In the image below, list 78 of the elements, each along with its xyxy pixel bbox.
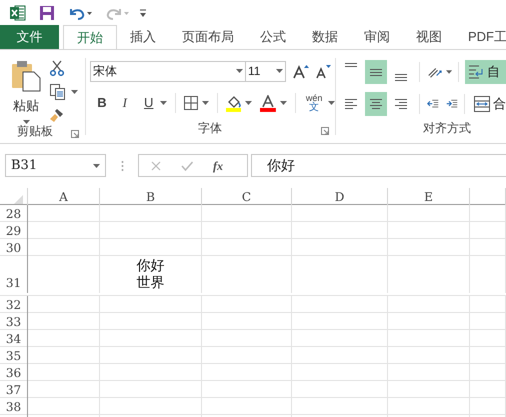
wrap-text-button[interactable]: 自 — [465, 60, 506, 84]
wrap-lines-icon — [468, 64, 484, 80]
column-header[interactable]: E — [388, 188, 470, 206]
underline-button[interactable]: U — [142, 93, 156, 113]
borders-icon[interactable] — [184, 96, 198, 110]
spreadsheet-app-icon — [10, 4, 26, 20]
ribbon-tab[interactable]: 审阅 — [351, 25, 403, 49]
grip-icon — [121, 160, 124, 172]
ribbon-tab[interactable]: PDF工 — [455, 25, 506, 49]
ribbon-tab[interactable]: 插入 — [117, 25, 169, 49]
caret-icon[interactable] — [280, 101, 288, 105]
lines-icon — [370, 68, 382, 76]
phonetic-guide-button[interactable]: wén 文 — [304, 94, 324, 112]
column-header[interactable]: A — [28, 188, 100, 206]
column-header[interactable]: C — [202, 188, 292, 206]
italic-button[interactable]: I — [116, 93, 133, 113]
row-header[interactable]: 30 — [0, 239, 28, 258]
caret-icon[interactable] — [236, 69, 243, 73]
row-header[interactable]: 29 — [0, 222, 28, 241]
caret-icon — [22, 120, 30, 124]
ribbon-tab[interactable]: 开始 — [63, 25, 117, 49]
caret-icon[interactable] — [328, 101, 335, 105]
group-label: 剪贴板 — [17, 123, 53, 140]
save-icon[interactable] — [39, 4, 55, 20]
grow-font-icon[interactable] — [293, 64, 309, 78]
column-header[interactable]: B — [100, 188, 202, 206]
column-header[interactable]: D — [292, 188, 388, 206]
caret-icon[interactable] — [160, 101, 167, 105]
clipboard-icon — [11, 60, 41, 92]
paste-button[interactable]: 粘贴 — [2, 60, 50, 124]
row-header[interactable]: 35 — [0, 347, 28, 366]
dialog-launcher-icon[interactable] — [321, 127, 329, 135]
check-icon[interactable] — [181, 160, 193, 170]
row-header[interactable]: 31 — [0, 256, 28, 292]
file-tab[interactable]: 文件 — [0, 25, 59, 49]
row-header[interactable]: 38 — [0, 398, 28, 417]
ribbon-tab[interactable]: 页面布局 — [169, 25, 247, 49]
center-align-button[interactable] — [365, 92, 387, 116]
caret-icon[interactable] — [93, 164, 100, 168]
row-header[interactable]: 36 — [0, 364, 28, 383]
lines-icon — [345, 63, 357, 67]
caret-icon[interactable] — [71, 90, 78, 94]
caret-icon[interactable] — [202, 101, 208, 105]
row-header[interactable]: 34 — [0, 330, 28, 349]
caret-icon[interactable] — [276, 69, 283, 73]
insert-function-button[interactable]: fx — [213, 156, 223, 174]
font-size-dropdown[interactable]: 11 — [246, 60, 286, 82]
font-color-icon[interactable] — [260, 94, 276, 112]
format-painter-icon[interactable] — [50, 108, 64, 122]
lines-icon — [395, 99, 407, 109]
merge-button[interactable]: 合 — [471, 92, 506, 116]
formula-input[interactable]: 你好 — [251, 154, 506, 177]
ribbon-tab[interactable]: 数据 — [299, 25, 351, 49]
shrink-font-icon[interactable] — [316, 64, 332, 78]
ribbon-tab[interactable]: 公式 — [247, 25, 299, 49]
fill-color-icon[interactable] — [226, 94, 242, 112]
customize-icon[interactable] — [139, 8, 147, 18]
copy-icon[interactable] — [50, 84, 65, 100]
font-name-dropdown[interactable]: 宋体 — [90, 60, 246, 82]
caret-icon[interactable] — [446, 70, 452, 74]
caret-icon[interactable] — [245, 101, 252, 105]
row-header[interactable]: 33 — [0, 313, 28, 332]
group-label: 字体 — [198, 120, 222, 137]
merge-cells-icon — [474, 96, 490, 112]
middle-align-button[interactable] — [365, 60, 387, 84]
row-header[interactable]: 37 — [0, 381, 28, 400]
lines-icon — [395, 74, 407, 81]
dialog-launcher-icon[interactable] — [71, 130, 79, 138]
group-label: 对齐方式 — [423, 120, 471, 137]
name-box[interactable]: B31 — [5, 154, 106, 177]
lines-icon — [370, 99, 382, 109]
bold-button[interactable]: B — [94, 93, 110, 113]
ribbon-tab[interactable]: 视图 — [403, 25, 455, 49]
cell-text[interactable]: 你好世界 — [136, 257, 164, 292]
row-header[interactable]: 32 — [0, 296, 28, 315]
cut-icon[interactable] — [50, 60, 64, 76]
lines-icon — [345, 99, 357, 109]
row-header[interactable]: 28 — [0, 205, 28, 224]
